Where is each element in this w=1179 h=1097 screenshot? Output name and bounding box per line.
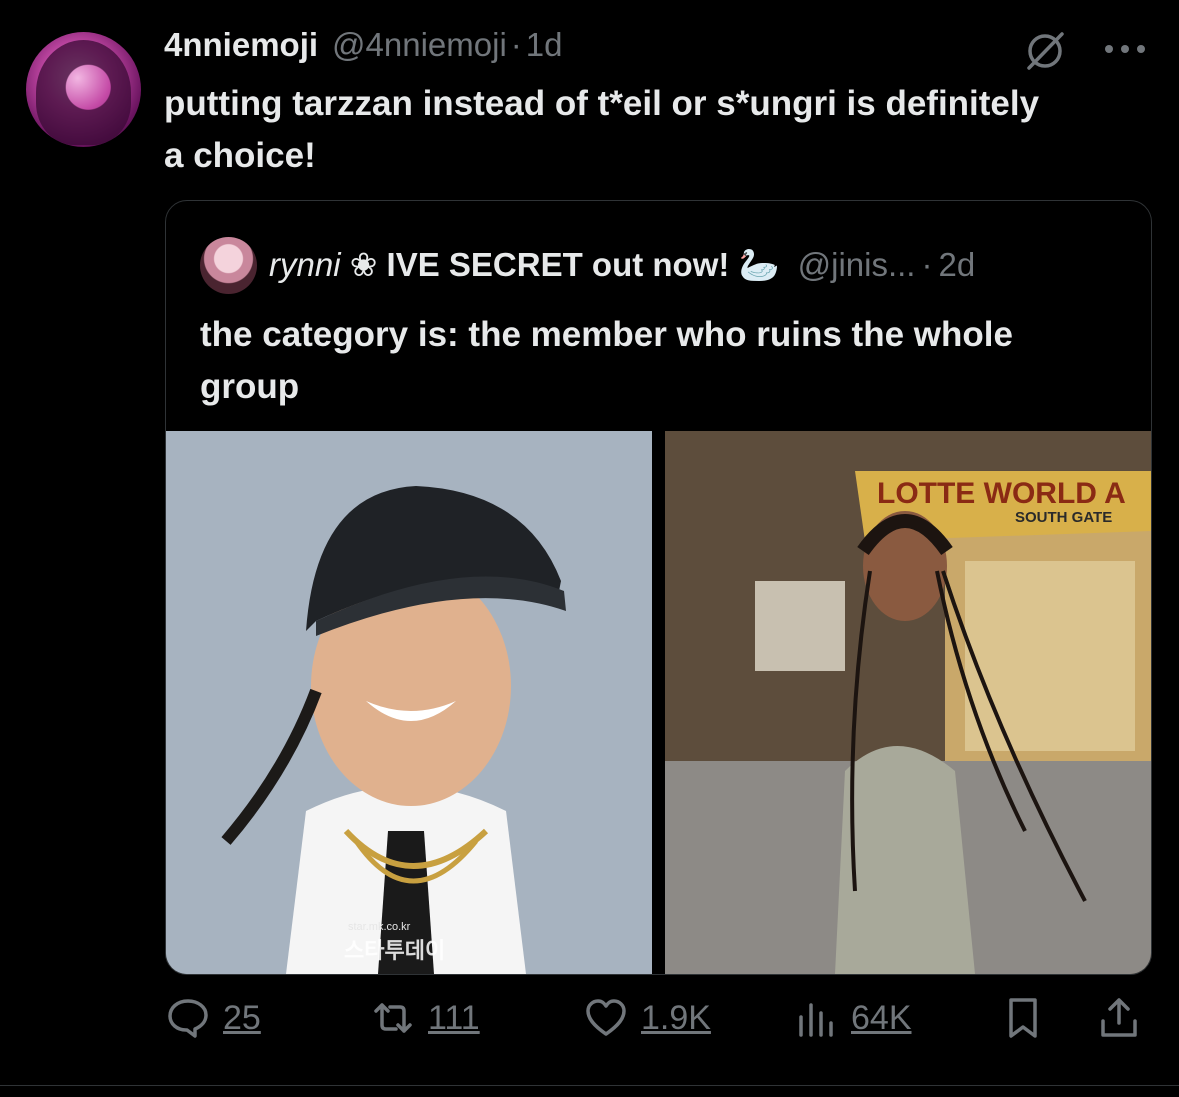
quoted-timestamp[interactable]: 2d xyxy=(938,246,975,284)
reply-icon xyxy=(168,999,208,1038)
reply-count: 25 xyxy=(223,998,261,1037)
share-button[interactable] xyxy=(1096,995,1142,1041)
quoted-separator: · xyxy=(921,246,933,283)
bookmark-button[interactable] xyxy=(1000,995,1046,1041)
view-count: 64K xyxy=(851,998,912,1037)
reply-button[interactable]: 25 xyxy=(165,995,261,1041)
tweet-header: 4nniemoji @4nniemoji · 1d xyxy=(164,26,563,76)
photo-woman-lotte-world[interactable]: LOTTE WORLD A SOUTH GATE xyxy=(665,431,1151,974)
repost-count: 111 xyxy=(428,998,480,1037)
quoted-name-suffix: IVE SECRET out now! xyxy=(386,246,730,283)
views-icon xyxy=(799,1003,833,1037)
action-bar: 25 111 1.9K 64K xyxy=(0,985,1179,1065)
grok-icon[interactable] xyxy=(1022,28,1068,74)
media-grid: star.mk.co.kr 스타투데이 LOTTE WORLD A SOUTH … xyxy=(166,431,1151,974)
more-icon[interactable] xyxy=(1103,42,1147,56)
quoted-tweet-text: the category is: the member who ruins th… xyxy=(200,315,1013,406)
share-icon xyxy=(1101,998,1137,1037)
watermark-logo: 스타투데이 xyxy=(344,938,446,963)
like-icon xyxy=(586,999,626,1036)
quoted-display-name[interactable]: rynni ❀ IVE SECRET out now! 🦢 xyxy=(269,245,780,285)
like-button[interactable]: 1.9K xyxy=(583,995,711,1041)
like-count: 1.9K xyxy=(641,998,711,1037)
tweet-text: putting tarzzan instead of t*eil or s*un… xyxy=(164,84,1040,175)
swan-icon: 🦢 xyxy=(738,246,780,283)
photo-man-cap[interactable]: star.mk.co.kr 스타투데이 xyxy=(166,431,652,974)
sign-lotte-world: LOTTE WORLD A xyxy=(877,477,1126,510)
bookmark-icon xyxy=(1009,998,1037,1038)
repost-button[interactable]: 111 xyxy=(370,995,480,1041)
divider xyxy=(0,1085,1179,1086)
quoted-name-prefix: rynni xyxy=(269,246,341,283)
timestamp[interactable]: 1d xyxy=(526,26,563,64)
quoted-avatar[interactable] xyxy=(200,236,257,294)
sign-south-gate: SOUTH GATE xyxy=(1015,509,1113,526)
views-button[interactable]: 64K xyxy=(793,995,912,1041)
avatar[interactable] xyxy=(26,32,141,147)
separator-dot: · xyxy=(510,26,522,63)
display-name[interactable]: 4nniemoji xyxy=(164,26,318,64)
quoted-tweet[interactable]: rynni ❀ IVE SECRET out now! 🦢 @jinis... … xyxy=(165,200,1152,975)
flower-icon: ❀ xyxy=(349,246,378,283)
quoted-handle[interactable]: @jinis... xyxy=(798,246,916,284)
watermark-site: star.mk.co.kr xyxy=(348,921,411,933)
quoted-tweet-header: rynni ❀ IVE SECRET out now! 🦢 @jinis... … xyxy=(200,235,975,295)
repost-icon xyxy=(374,1003,412,1033)
user-handle[interactable]: @4nniemoji xyxy=(332,26,507,64)
